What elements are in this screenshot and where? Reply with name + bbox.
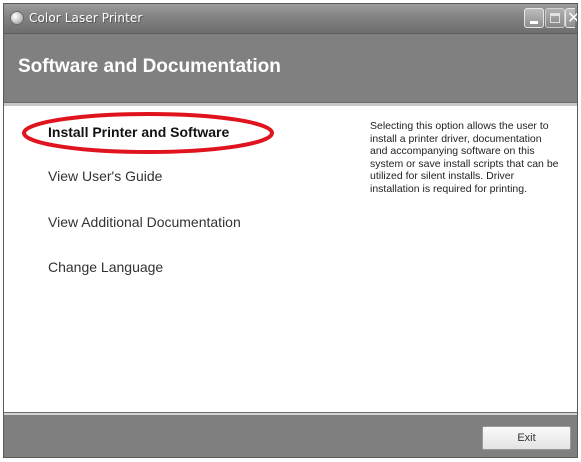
installer-window: Color Laser Printer ✕ Software and Docum… <box>3 3 578 458</box>
main-content: Install Printer and Software View User's… <box>4 106 577 412</box>
menu-item-change-language[interactable]: Change Language <box>48 259 163 275</box>
exit-button[interactable]: Exit <box>482 426 571 450</box>
close-icon: ✕ <box>566 9 577 27</box>
minimize-button[interactable] <box>524 8 544 28</box>
menu-item-view-additional-documentation[interactable]: View Additional Documentation <box>48 214 241 230</box>
page-header: Software and Documentation <box>4 34 577 102</box>
menu-item-install-printer-and-software[interactable]: Install Printer and Software <box>48 124 229 140</box>
footer-bar: Exit <box>4 415 577 457</box>
page-title: Software and Documentation <box>18 56 281 77</box>
close-button[interactable]: ✕ <box>565 8 577 28</box>
title-bar[interactable]: Color Laser Printer ✕ <box>4 4 577 34</box>
option-description: Selecting this option allows the user to… <box>370 120 559 195</box>
printer-app-icon <box>10 11 24 25</box>
maximize-button[interactable] <box>545 8 565 28</box>
menu-item-view-users-guide[interactable]: View User's Guide <box>48 168 162 184</box>
window-title: Color Laser Printer <box>29 11 143 25</box>
